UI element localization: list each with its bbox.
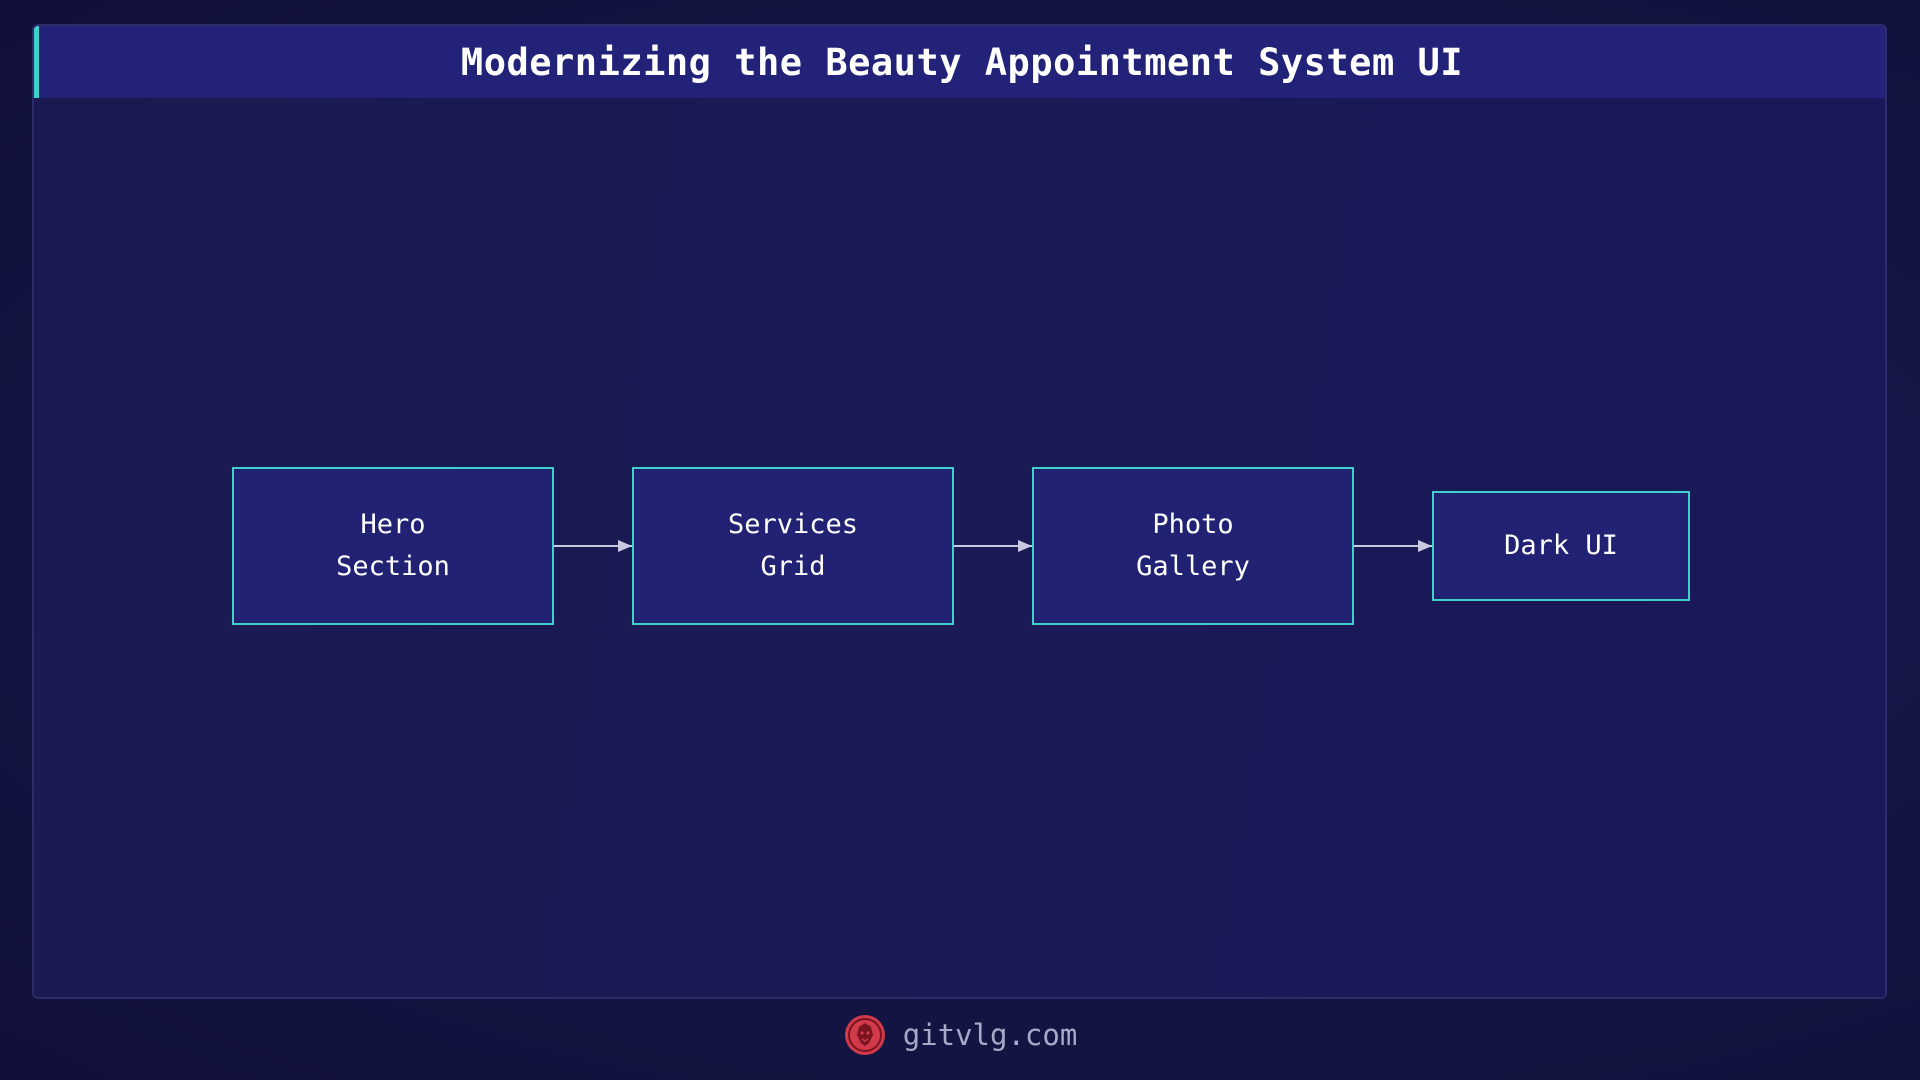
node-label-line: Dark UI bbox=[1504, 530, 1618, 561]
node-hero-section: Hero Section bbox=[232, 467, 554, 625]
node-photo-gallery: Photo Gallery bbox=[1032, 467, 1354, 625]
node-label-line: Services bbox=[727, 509, 859, 540]
node-label-line: Hero bbox=[360, 509, 426, 540]
flow-diagram: Hero Section Services Grid Photo Gallery… bbox=[0, 0, 1920, 1080]
node-label-line: Grid bbox=[760, 551, 826, 582]
footer-site-link[interactable]: gitvlg.com bbox=[903, 1018, 1078, 1052]
node-label-line: Gallery bbox=[1136, 551, 1250, 582]
node-services-grid: Services Grid bbox=[632, 467, 954, 625]
node-label-line: Section bbox=[336, 551, 450, 582]
node-label-line: Photo bbox=[1152, 509, 1234, 540]
node-dark-ui: Dark UI bbox=[1432, 491, 1690, 601]
lion-logo-icon bbox=[844, 1015, 885, 1055]
page: Modernizing the Beauty Appointment Syste… bbox=[0, 0, 1920, 1080]
footer: gitvlg.com bbox=[0, 1010, 1920, 1060]
